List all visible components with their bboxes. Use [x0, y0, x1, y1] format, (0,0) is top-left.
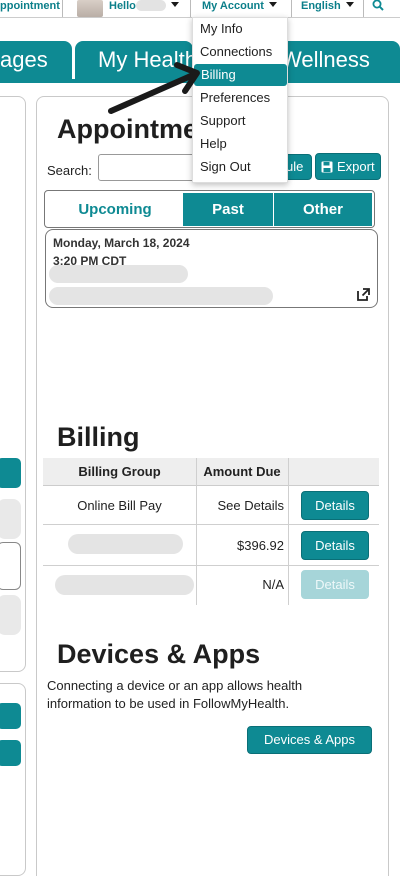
- divider: [363, 0, 364, 17]
- external-link-icon[interactable]: [357, 288, 370, 306]
- redacted-provider: [49, 265, 188, 283]
- chevron-down-icon: [268, 2, 277, 7]
- tab-other[interactable]: Other: [274, 193, 372, 226]
- divider: [291, 0, 292, 17]
- devices-apps-button[interactable]: Devices & Apps: [247, 726, 372, 754]
- left-panel-button[interactable]: [0, 740, 21, 766]
- tab-label: Wellness: [281, 47, 370, 72]
- left-panel-field[interactable]: [0, 542, 21, 590]
- divider: [190, 0, 191, 17]
- redacted-billing-group: [55, 575, 194, 595]
- amount-due-cell: N/A: [262, 577, 284, 592]
- user-name-redacted: [135, 0, 166, 11]
- export-label: Export: [337, 159, 375, 174]
- appointment-card[interactable]: Monday, March 18, 2024 3:20 PM CDT: [45, 229, 378, 308]
- left-panel: [0, 96, 26, 672]
- left-panel-button[interactable]: [0, 458, 21, 488]
- details-button[interactable]: Details: [301, 531, 369, 560]
- tab-label: ages: [0, 47, 48, 72]
- column-amount-due: Amount Due: [203, 464, 281, 479]
- chevron-down-icon: [170, 2, 179, 7]
- divider: [62, 0, 63, 17]
- search-icon[interactable]: [372, 0, 384, 16]
- divider: [288, 458, 289, 605]
- appointment-date: Monday, March 18, 2024: [53, 236, 190, 250]
- search-input[interactable]: [98, 154, 198, 181]
- devices-description: Connecting a device or an app allows hea…: [47, 678, 303, 711]
- tab-past[interactable]: Past: [183, 193, 273, 226]
- devices-title: Devices & Apps: [57, 639, 261, 669]
- language-label: English: [301, 0, 341, 12]
- redacted-location: [49, 287, 273, 305]
- tab-upcoming[interactable]: Upcoming: [48, 193, 182, 226]
- billing-title: Billing: [57, 422, 140, 452]
- my-account-label: My Account: [202, 0, 264, 12]
- amount-due-cell: See Details: [217, 498, 284, 513]
- menu-item-my-info[interactable]: My Info: [193, 18, 289, 40]
- left-panel-lower: [0, 683, 26, 876]
- my-account-menu[interactable]: My Account: [202, 0, 277, 17]
- left-panel-item[interactable]: [0, 595, 21, 635]
- language-menu[interactable]: English: [301, 0, 354, 17]
- details-button[interactable]: Details: [301, 491, 369, 520]
- divider: [43, 524, 379, 525]
- divider: [43, 565, 379, 566]
- chevron-down-icon: [345, 2, 354, 7]
- details-button-disabled: Details: [301, 570, 369, 599]
- amount-due-cell: $396.92: [237, 538, 284, 553]
- redacted-billing-group: [68, 534, 183, 554]
- user-menu[interactable]: Hello: [109, 0, 179, 17]
- top-bar: ppointment Hello My Account English: [0, 0, 400, 18]
- appointments-link[interactable]: ppointment: [0, 0, 60, 17]
- search-label: Search:: [47, 163, 92, 178]
- menu-item-sign-out[interactable]: Sign Out: [193, 156, 289, 178]
- tab-messages[interactable]: ages: [0, 41, 72, 79]
- left-panel-item[interactable]: [0, 499, 21, 539]
- left-panel-button[interactable]: [0, 703, 21, 729]
- menu-item-help[interactable]: Help: [193, 133, 289, 155]
- save-icon: [321, 156, 333, 181]
- greeting-text: Hello: [109, 0, 136, 12]
- arrow-icon: [108, 62, 200, 114]
- avatar[interactable]: [77, 0, 103, 17]
- column-billing-group: Billing Group: [78, 464, 161, 479]
- export-button[interactable]: Export: [315, 153, 381, 180]
- billing-group-cell: Online Bill Pay: [77, 498, 162, 513]
